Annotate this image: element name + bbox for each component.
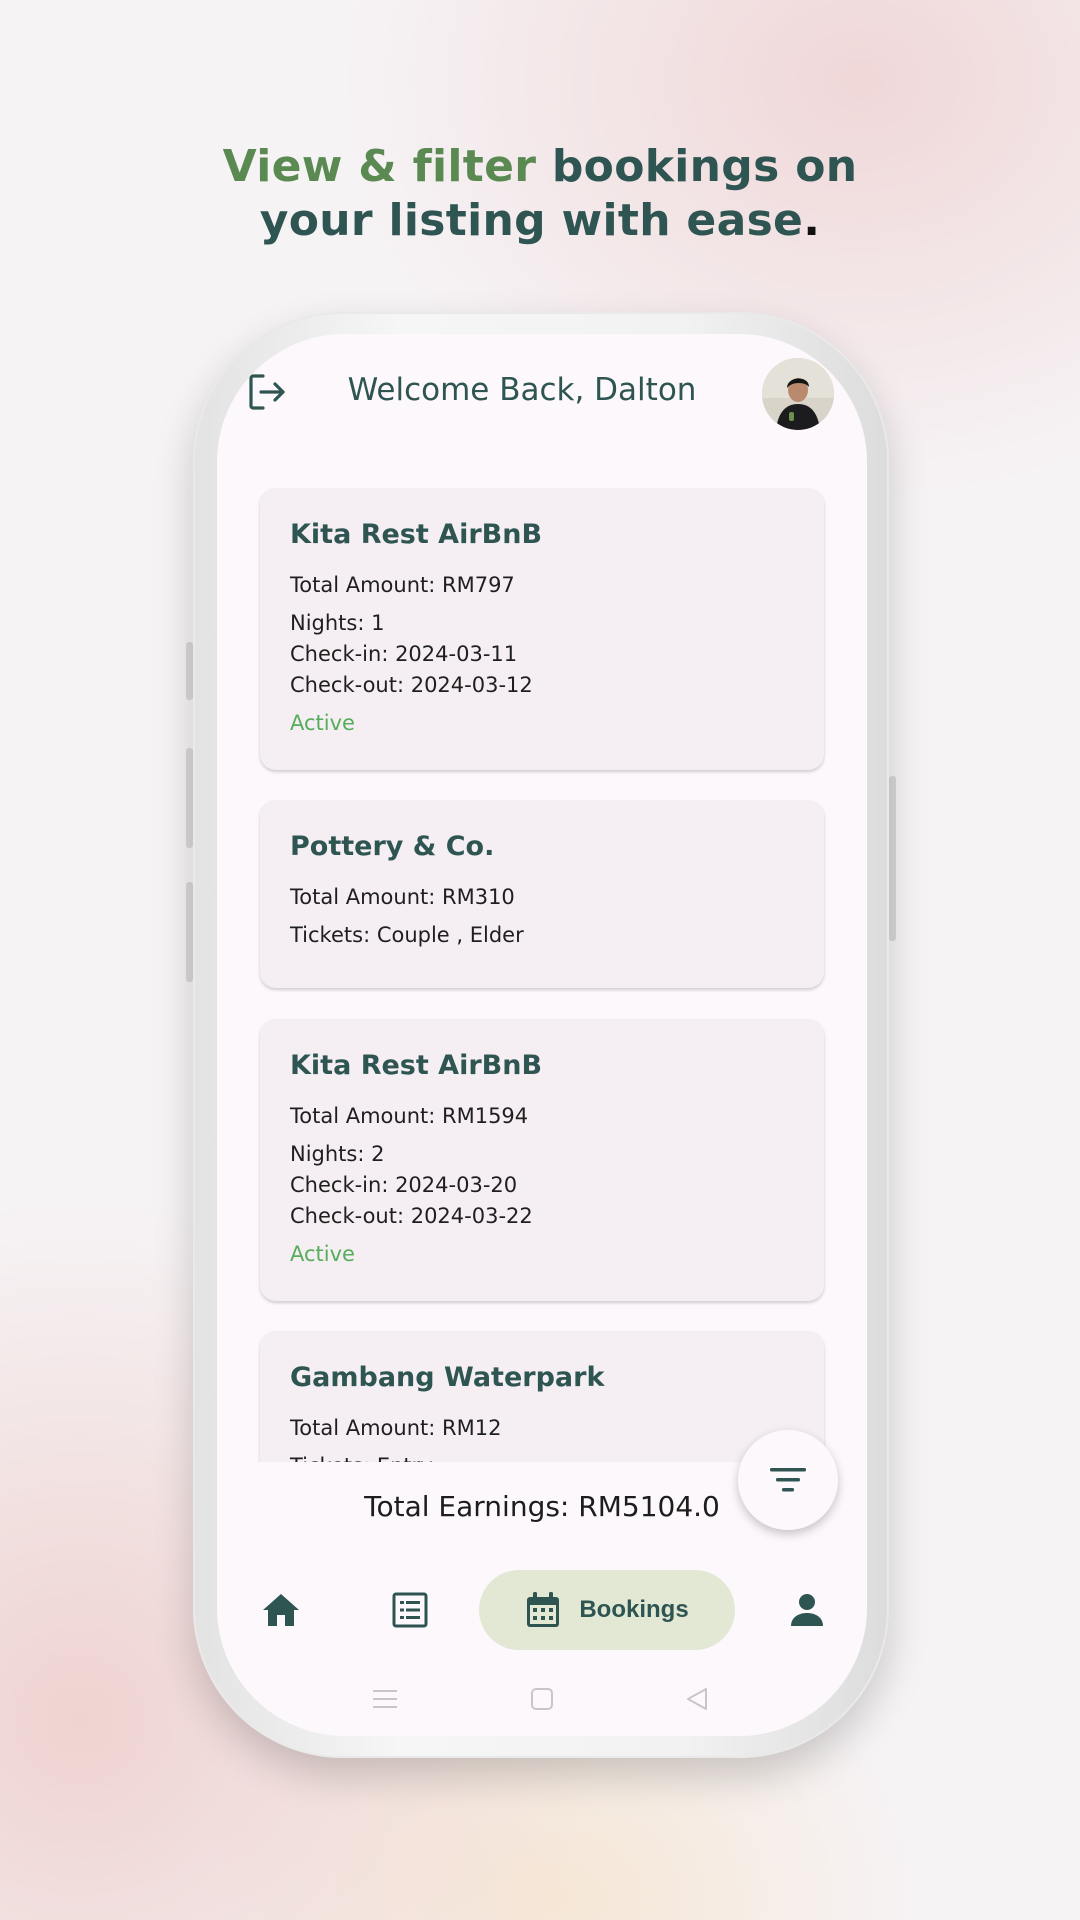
nav-bookings[interactable]: Bookings: [479, 1570, 735, 1650]
phone-screen: Welcome Back, Dalton Kita Rest AirBnB To…: [217, 334, 867, 1736]
bottom-navigation: Bookings: [217, 1560, 867, 1660]
calendar-icon: [527, 1592, 560, 1627]
booking-card[interactable]: Pottery & Co. Total Amount: RM310 Ticket…: [260, 800, 824, 988]
system-navigation-bar: [217, 1674, 867, 1724]
booking-checkin: Check-in: 2024-03-20: [290, 1173, 518, 1197]
booking-checkin: Check-in: 2024-03-11: [290, 642, 518, 666]
system-menu-button[interactable]: [370, 1684, 400, 1714]
booking-total: Total Amount: RM1594: [290, 1104, 529, 1128]
headline-highlight: View & filter: [222, 141, 537, 192]
booking-nights: Nights: 2: [290, 1142, 385, 1166]
headline-text-1: bookings on: [536, 141, 858, 192]
booking-card[interactable]: Kita Rest AirBnB Total Amount: RM1594 Ni…: [260, 1019, 824, 1301]
booking-total: Total Amount: RM797: [290, 573, 515, 597]
booking-total: Total Amount: RM12: [290, 1416, 502, 1440]
booking-title: Kita Rest AirBnB: [290, 519, 543, 550]
booking-total: Total Amount: RM310: [290, 885, 515, 909]
list-icon: [392, 1592, 428, 1628]
nav-home[interactable]: [241, 1570, 321, 1650]
user-avatar[interactable]: [762, 358, 834, 430]
filter-button[interactable]: [738, 1430, 838, 1530]
booking-title: Gambang Waterpark: [290, 1362, 605, 1393]
filter-icon: [770, 1468, 806, 1492]
booking-status: Active: [290, 711, 355, 735]
logout-icon[interactable]: [247, 372, 287, 412]
nav-listings[interactable]: [370, 1570, 450, 1650]
home-square-icon: [531, 1688, 553, 1710]
booking-card[interactable]: Kita Rest AirBnB Total Amount: RM797 Nig…: [260, 488, 824, 770]
booking-nights: Nights: 1: [290, 611, 385, 635]
menu-icon: [373, 1690, 397, 1708]
phone-power-button: [889, 776, 896, 941]
headline-line-2: your listing with ease.: [0, 194, 1080, 248]
booking-checkout: Check-out: 2024-03-22: [290, 1204, 533, 1228]
phone-side-button: [186, 642, 193, 700]
system-home-button[interactable]: [527, 1684, 557, 1714]
booking-checkout: Check-out: 2024-03-12: [290, 673, 533, 697]
headline-line-1: View & filter bookings on: [0, 140, 1080, 194]
booking-tickets: Tickets: Entry: [290, 1451, 794, 1462]
booking-card[interactable]: Gambang Waterpark Total Amount: RM12 Tic…: [260, 1331, 824, 1462]
marketing-headline: View & filter bookings on your listing w…: [0, 140, 1080, 248]
booking-tickets: Tickets: Couple , Elder: [290, 923, 524, 947]
booking-status: Active: [290, 1242, 355, 1266]
bookings-list[interactable]: Kita Rest AirBnB Total Amount: RM797 Nig…: [217, 452, 867, 1462]
phone-volume-up: [186, 748, 193, 848]
headline-period: .: [803, 195, 821, 246]
phone-volume-down: [186, 882, 193, 982]
person-icon: [791, 1594, 823, 1626]
booking-title: Pottery & Co.: [290, 831, 495, 862]
headline-text-2: your listing with ease: [259, 195, 804, 246]
welcome-title: Welcome Back, Dalton: [347, 372, 697, 408]
system-back-button[interactable]: [682, 1684, 712, 1714]
nav-bookings-label: Bookings: [579, 1596, 689, 1623]
booking-title: Kita Rest AirBnB: [290, 1050, 543, 1081]
nav-profile[interactable]: [767, 1570, 847, 1650]
back-icon: [687, 1688, 707, 1710]
home-icon: [263, 1594, 299, 1626]
